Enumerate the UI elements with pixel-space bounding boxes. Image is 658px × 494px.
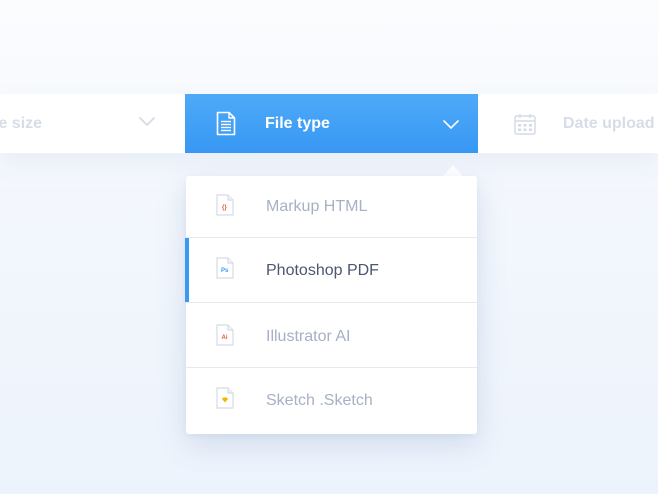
dropdown-item-label: Sketch .Sketch bbox=[266, 392, 373, 409]
document-icon bbox=[216, 111, 236, 141]
dropdown-item-sketch[interactable]: Sketch .Sketch bbox=[186, 368, 477, 434]
file-size-filter-label: le size bbox=[0, 115, 43, 132]
illustrator-file-icon: Ai bbox=[216, 324, 234, 351]
svg-text:{}: {} bbox=[222, 205, 227, 211]
filter-bar: le size File type bbox=[0, 94, 658, 153]
date-upload-filter[interactable]: Date upload bbox=[478, 94, 658, 153]
file-size-filter[interactable]: le size bbox=[0, 94, 185, 153]
dropdown-item-photoshop-pdf[interactable]: Ps Photoshop PDF bbox=[185, 238, 477, 303]
svg-text:Ai: Ai bbox=[222, 335, 228, 341]
calendar-icon bbox=[514, 113, 536, 140]
file-type-filter-label: File type bbox=[265, 115, 330, 132]
svg-text:Ps: Ps bbox=[221, 268, 229, 274]
chevron-down-icon bbox=[139, 114, 155, 132]
photoshop-file-icon: Ps bbox=[216, 257, 234, 284]
file-type-filter[interactable]: File type bbox=[185, 94, 478, 153]
date-upload-filter-label: Date upload bbox=[563, 115, 655, 132]
sketch-file-icon bbox=[216, 387, 234, 414]
file-type-dropdown: {} Markup HTML Ps Photoshop PDF Ai Illus… bbox=[185, 176, 477, 434]
dropdown-item-label: Photoshop PDF bbox=[266, 262, 379, 279]
dropdown-caret bbox=[443, 165, 463, 176]
dropdown-item-label: Illustrator AI bbox=[266, 328, 351, 345]
dropdown-item-label: Markup HTML bbox=[266, 198, 368, 215]
dropdown-item-illustrator-ai[interactable]: Ai Illustrator AI bbox=[186, 303, 477, 368]
dropdown-item-markup-html[interactable]: {} Markup HTML bbox=[186, 176, 477, 238]
chevron-down-icon bbox=[443, 117, 459, 135]
selected-indicator bbox=[185, 238, 189, 302]
html-file-icon: {} bbox=[216, 194, 234, 221]
